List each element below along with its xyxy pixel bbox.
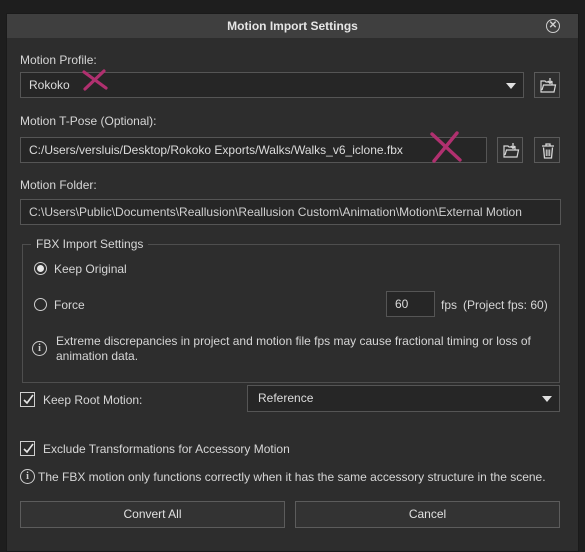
keep-original-radio[interactable] <box>34 262 47 275</box>
motion-profile-value: Rokoko <box>29 78 70 92</box>
fps-value: 60 <box>395 297 409 311</box>
close-icon[interactable]: ✕ <box>546 19 560 33</box>
dialog-titlebar: Motion Import Settings ✕ <box>7 14 578 38</box>
force-label: Force <box>54 298 85 312</box>
trash-icon <box>542 143 554 159</box>
checkmark-icon <box>23 394 34 405</box>
motion-tpose-value: C:/Users/versluis/Desktop/Rokoko Exports… <box>29 143 403 157</box>
info-icon: i <box>20 469 35 484</box>
motion-tpose-field[interactable]: C:/Users/versluis/Desktop/Rokoko Exports… <box>20 137 487 163</box>
fps-warning-line-2: animation data. <box>56 349 139 363</box>
motion-tpose-label: Motion T-Pose (Optional): <box>20 114 157 128</box>
motion-profile-label: Motion Profile: <box>20 53 97 67</box>
dialog-title: Motion Import Settings <box>227 19 358 33</box>
clear-tpose-button[interactable] <box>534 137 560 163</box>
fps-warning-text: Extreme discrepancies in project and mot… <box>56 334 531 364</box>
folder-load-icon <box>540 78 557 93</box>
fps-label: fps <box>441 298 458 312</box>
motion-folder-value: C:\Users\Public\Documents\Reallusion\Rea… <box>29 205 522 219</box>
keep-root-motion-label: Keep Root Motion: <box>43 393 143 407</box>
motion-folder-label: Motion Folder: <box>20 178 97 192</box>
keep-root-motion-checkbox[interactable] <box>20 392 35 407</box>
motion-folder-field[interactable]: C:\Users\Public\Documents\Reallusion\Rea… <box>20 199 561 225</box>
annotation-x-mark <box>430 131 462 163</box>
info-icon: i <box>32 341 47 356</box>
force-radio[interactable] <box>34 298 47 311</box>
fps-warning-line-1: Extreme discrepancies in project and mot… <box>56 334 531 348</box>
exclude-transformations-label: Exclude Transformations for Accessory Mo… <box>43 442 290 456</box>
load-profile-button[interactable] <box>534 72 560 98</box>
accessory-note: The FBX motion only functions correctly … <box>38 470 546 484</box>
annotation-x-mark <box>82 69 108 91</box>
chevron-down-icon <box>542 396 552 402</box>
project-fps-text: (Project fps: 60) <box>463 298 548 312</box>
convert-all-button[interactable]: Convert All <box>20 501 285 528</box>
root-motion-value: Reference <box>258 391 314 405</box>
fps-input[interactable]: 60 <box>386 291 435 317</box>
cancel-button[interactable]: Cancel <box>295 501 560 528</box>
root-motion-dropdown[interactable]: Reference <box>247 385 560 412</box>
chevron-down-icon <box>506 83 516 89</box>
keep-original-label: Keep Original <box>54 262 127 276</box>
checkmark-icon <box>23 443 34 454</box>
exclude-transformations-checkbox[interactable] <box>20 441 35 456</box>
fbx-import-settings-title: FBX Import Settings <box>31 237 149 251</box>
folder-load-icon <box>503 143 520 158</box>
browse-tpose-button[interactable] <box>497 137 523 163</box>
